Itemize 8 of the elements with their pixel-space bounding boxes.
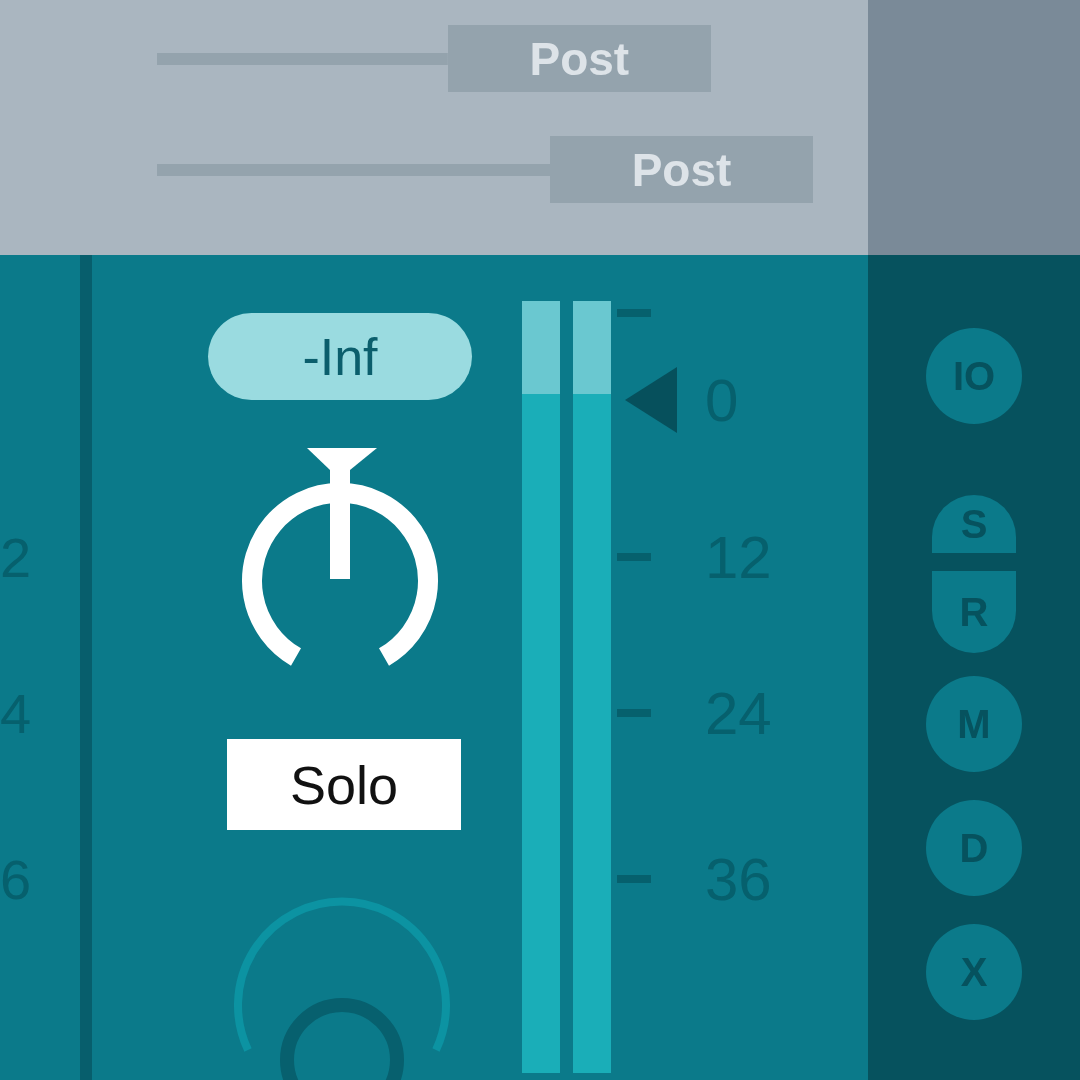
send-slider-handle[interactable]: Post [447, 25, 711, 92]
scale-tick [617, 875, 651, 883]
solo-button[interactable]: Solo [227, 739, 461, 830]
scale-tick [617, 553, 651, 561]
scale-tick [617, 709, 651, 717]
send-slider-handle[interactable]: Post [550, 136, 813, 203]
scale-tick [617, 309, 651, 317]
volume-display[interactable]: -Inf [208, 313, 472, 400]
